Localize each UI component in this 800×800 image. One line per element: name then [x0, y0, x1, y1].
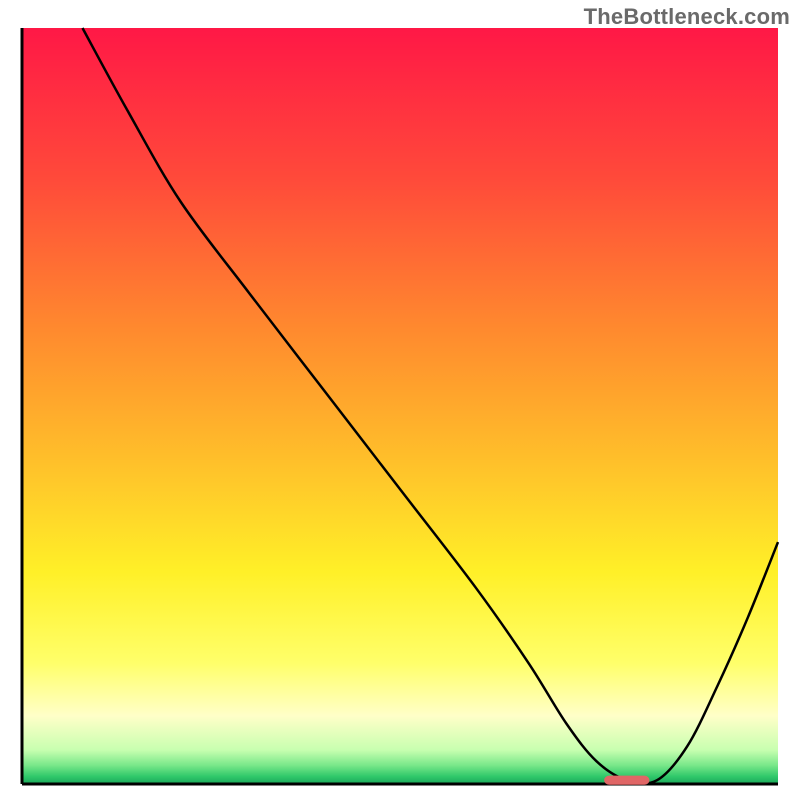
chart-svg: [0, 0, 800, 800]
watermark-text: TheBottleneck.com: [584, 4, 790, 30]
plot-background: [22, 28, 778, 784]
optimal-marker: [604, 776, 649, 785]
chart-container: TheBottleneck.com: [0, 0, 800, 800]
